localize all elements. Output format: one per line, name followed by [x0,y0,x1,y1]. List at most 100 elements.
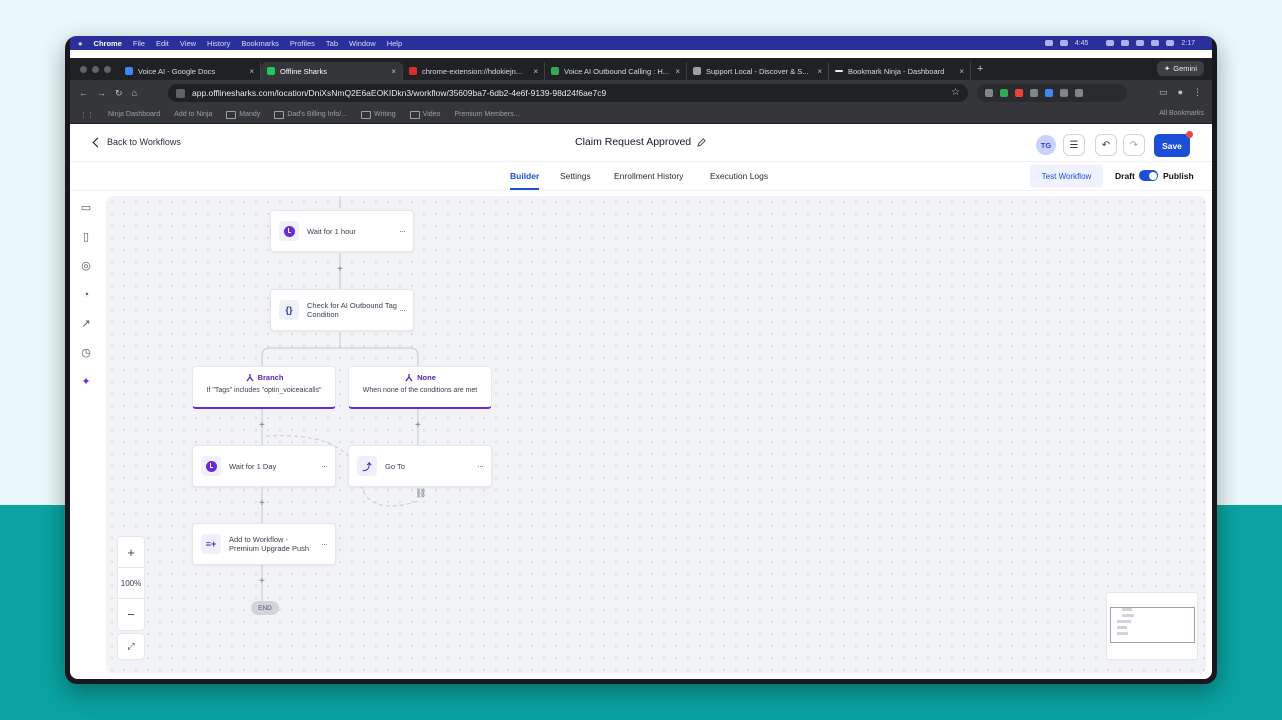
notes-button[interactable]: ☰ [1063,134,1085,156]
browser-tab[interactable]: Bookmark Ninja - Dashboard × [829,62,971,80]
more-options-icon[interactable]: ··· [321,539,328,549]
gemini-button[interactable]: ✦ Gemini [1156,61,1204,76]
close-tab-icon[interactable]: × [817,67,822,76]
battery-icon[interactable] [1166,40,1175,46]
extension-icon[interactable] [1000,89,1008,97]
reload-icon[interactable]: ↻ [115,88,123,99]
zoom-out-button[interactable]: − [118,599,144,630]
tab-builder[interactable]: Builder [510,171,539,181]
more-options-icon[interactable]: ··· [477,461,484,471]
apps-icon[interactable]: ⋮⋮ [80,111,94,119]
bookmark-item[interactable]: Add to Ninja [174,111,212,118]
add-step-button[interactable]: + [259,421,265,431]
browser-tab-active[interactable]: Offline Sharks × [261,62,403,80]
zoom-in-button[interactable]: + [118,537,144,568]
wait-node-1-hour[interactable]: Wait for 1 hour ··· [270,210,414,252]
status-icon[interactable] [1059,40,1068,46]
undo-button[interactable]: ↶ [1095,134,1117,156]
add-step-button[interactable]: + [337,265,343,275]
minimap[interactable] [1106,592,1198,660]
menu-profiles[interactable]: Profiles [290,39,315,48]
bookmark-item[interactable]: Ninja Dashboard [108,111,160,118]
menu-icon[interactable]: ⋮ [1193,87,1202,98]
check-circle-icon[interactable]: ◎ [80,260,92,272]
minimize-window-button[interactable] [92,65,99,73]
close-tab-icon[interactable]: × [959,67,964,76]
condition-node[interactable]: {} Check for AI Outbound Tag Condition ··… [270,289,414,331]
back-arrow-icon[interactable]: ← [79,88,88,98]
comment-icon[interactable]: ▭ [80,202,92,214]
clock[interactable]: 2:17 [1181,40,1195,47]
more-options-icon[interactable]: ··· [399,226,406,236]
menu-view[interactable]: View [180,39,196,48]
unlink-icon[interactable]: ⛓ [415,488,426,499]
close-window-button[interactable] [80,65,87,73]
maximize-window-button[interactable] [104,65,111,73]
redo-button[interactable]: ↷ [1123,134,1145,156]
tab-enrollment-history[interactable]: Enrollment History [614,171,683,181]
extension-icon[interactable] [1075,89,1083,97]
close-tab-icon[interactable]: × [391,67,396,76]
save-button[interactable]: Save [1154,134,1190,157]
pie-chart-icon[interactable]: ◔ [80,289,92,301]
sparkle-icon[interactable]: ✦ [80,376,92,388]
more-options-icon[interactable]: ··· [321,461,328,471]
more-options-icon[interactable]: ··· [399,305,406,315]
tab-settings[interactable]: Settings [560,171,591,181]
none-branch-node[interactable]: None When none of the conditions are met [348,366,492,409]
file-icon[interactable]: ▯ [80,231,92,243]
external-link-icon[interactable]: ↗ [80,318,92,330]
add-step-button[interactable]: + [259,499,265,509]
add-step-button[interactable]: + [259,577,265,587]
wait-node-1-day[interactable]: Wait for 1 Day ··· [192,445,336,487]
bookmark-folder[interactable]: Writing [361,111,396,119]
menu-file[interactable]: File [133,39,145,48]
close-tab-icon[interactable]: × [533,67,538,76]
add-step-button[interactable]: + [415,421,421,431]
add-to-workflow-node[interactable]: ≡+ Add to Workflow - Premium Upgrade Push… [192,523,336,565]
back-to-workflows-link[interactable]: Back to Workflows [92,137,181,147]
pencil-icon[interactable] [697,137,706,147]
reading-list-icon[interactable]: ▭ [1159,87,1168,98]
url-input[interactable]: app.offlinesharks.com/location/DniXsNmQ2… [168,84,968,102]
extension-icon[interactable] [1015,89,1023,97]
extension-icon[interactable] [1045,89,1053,97]
bluetooth-icon[interactable] [1121,40,1130,46]
home-icon[interactable]: ⌂ [132,88,137,98]
profile-icon[interactable]: ● [1178,87,1183,98]
goto-node[interactable]: ⤴ Go To ··· [348,445,492,487]
forward-arrow-icon[interactable]: → [97,88,106,98]
browser-tab[interactable]: Voice AI - Google Docs × [119,62,261,80]
bookmark-item[interactable]: Premium Members... [454,111,519,118]
close-tab-icon[interactable]: × [675,67,680,76]
puzzle-icon[interactable] [1060,89,1068,97]
menubar-app[interactable]: Chrome [94,39,122,48]
branch-node[interactable]: Branch If "Tags" includes "optin_voiceai… [192,366,336,409]
browser-tab[interactable]: Support Local - Discover & S... × [687,62,829,80]
close-tab-icon[interactable]: × [249,67,254,76]
pen-icon[interactable] [1030,89,1038,97]
search-icon[interactable] [1136,40,1145,46]
avatar[interactable]: TG [1036,135,1056,155]
extension-icon[interactable] [985,89,993,97]
publish-toggle[interactable] [1139,170,1158,181]
history-icon[interactable]: ◷ [80,347,92,359]
apple-icon[interactable]: ● [78,39,83,48]
menu-history[interactable]: History [207,39,230,48]
new-tab-button[interactable]: + [977,63,983,75]
menu-edit[interactable]: Edit [156,39,169,48]
browser-tab[interactable]: chrome-extension://hdokiejn... × [403,62,545,80]
workflow-title[interactable]: Claim Request Approved [575,136,706,148]
bookmark-folder[interactable]: Dad's Billing Info/... [274,111,347,119]
menu-help[interactable]: Help [387,39,402,48]
timer-readout[interactable]: 4:45 [1075,40,1089,47]
menu-window[interactable]: Window [349,39,376,48]
test-workflow-button[interactable]: Test Workflow [1030,165,1103,187]
bookmark-folder[interactable]: Video [410,111,441,119]
browser-tab[interactable]: Voice AI Outbound Calling : H... × [545,62,687,80]
bookmark-folder[interactable]: Mandy [226,111,260,119]
menu-bookmarks[interactable]: Bookmarks [241,39,279,48]
star-icon[interactable]: ☆ [951,87,960,98]
tab-execution-logs[interactable]: Execution Logs [710,171,768,181]
workflow-canvas[interactable]: Wait for 1 hour ··· + {} Check for AI Ou… [106,196,1206,674]
